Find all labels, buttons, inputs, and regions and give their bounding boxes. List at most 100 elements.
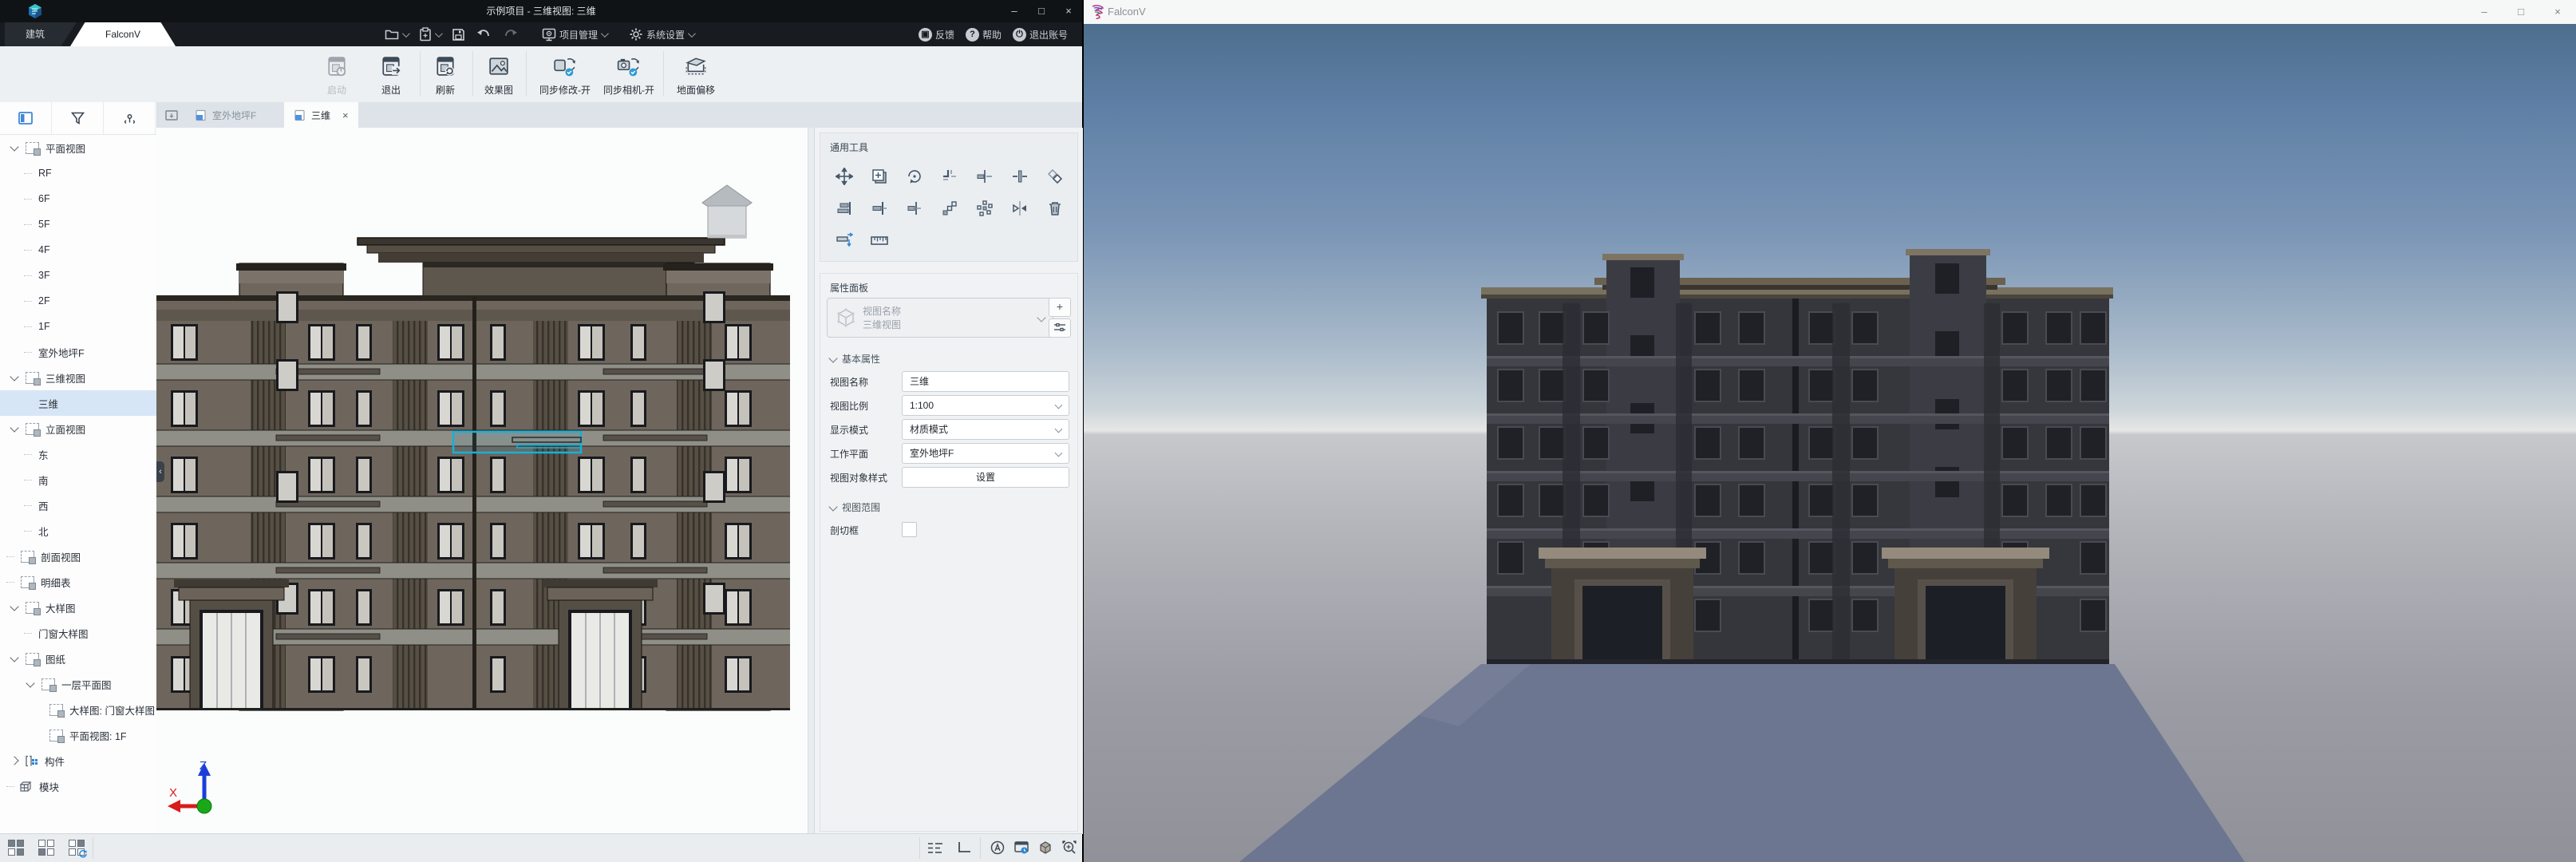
open-file-button[interactable]	[381, 22, 411, 46]
chevron-down-icon[interactable]	[10, 142, 18, 151]
exit-tool[interactable]: 退出	[362, 53, 420, 97]
doc-tab-outdoor[interactable]: 室外地坪F	[185, 102, 266, 128]
object-style-settings-button[interactable]: 设置	[902, 467, 1069, 488]
list-settings-icon[interactable]	[926, 838, 945, 857]
chevron-down-icon[interactable]	[435, 30, 443, 38]
render-viewport[interactable]	[1084, 24, 2576, 862]
redo-button[interactable]	[500, 22, 521, 46]
filter-button[interactable]	[52, 102, 104, 134]
tree-item-plan-views[interactable]: 平面视图	[0, 135, 156, 160]
zoom-extents-icon[interactable]	[1060, 838, 1079, 857]
render-titlebar[interactable]: FalconV – □ ×	[1084, 0, 2576, 24]
display-mode-select[interactable]: 材质模式	[902, 419, 1069, 440]
tree-item-sheet-detail[interactable]: 大样图: 门窗大样图	[0, 697, 156, 722]
model-viewport[interactable]: Z X ‹	[156, 128, 808, 834]
maximize-button[interactable]: □	[2503, 0, 2539, 24]
align-bottom-tool-icon[interactable]	[832, 196, 856, 220]
basic-properties-header[interactable]: 基本属性	[830, 352, 880, 366]
property-settings-button[interactable]	[1049, 318, 1071, 338]
refresh-tool[interactable]: 刷新	[417, 53, 474, 97]
trim-line-tool-icon[interactable]	[973, 164, 997, 188]
system-settings-menu[interactable]: 系统设置	[626, 22, 697, 46]
tree-item-sheets[interactable]: 图纸	[0, 646, 156, 671]
tree-item-elevations[interactable]: 立面视图	[0, 416, 156, 441]
tree-item-3f[interactable]: 3F	[0, 263, 156, 288]
sync-camera-tool[interactable]: 同步相机-开	[600, 53, 658, 97]
trim-corner-tool-icon[interactable]	[938, 164, 962, 188]
tree-item-sheet-plan[interactable]: 平面视图: 1F	[0, 722, 156, 748]
rotate-tool-icon[interactable]	[903, 164, 926, 188]
tree-item-door-window-detail[interactable]: 门窗大样图	[0, 620, 156, 646]
tree-item-outdoor-level[interactable]: 室外地坪F	[0, 339, 156, 365]
array-linear-tool-icon[interactable]	[938, 196, 962, 220]
ribbon-tab-architecture[interactable]: 建筑	[5, 22, 77, 46]
reset-selection-icon[interactable]	[67, 838, 86, 857]
tree-item-2f[interactable]: 2F	[0, 288, 156, 314]
corner-mode-icon[interactable]	[954, 838, 974, 857]
auto-mode-icon[interactable]	[988, 838, 1007, 857]
tree-item-north[interactable]: 北	[0, 518, 156, 544]
render-image-tool[interactable]: 效果图	[470, 53, 527, 97]
minimize-button[interactable]: –	[2466, 0, 2503, 24]
project-management-menu[interactable]: 项目管理	[539, 22, 610, 46]
work-plane-select[interactable]: 室外地坪F	[902, 443, 1069, 464]
locate-button[interactable]	[104, 102, 156, 134]
cube-display-icon[interactable]	[1036, 838, 1055, 857]
type-selector[interactable]: 视图名称 三维视图	[827, 298, 1053, 338]
help-button[interactable]: ? 帮助	[962, 22, 1005, 46]
chevron-down-icon[interactable]	[10, 372, 18, 381]
tree-item-schedules[interactable]: 明细表	[0, 569, 156, 595]
tree-item-first-floor-plan[interactable]: 一层平面图	[0, 671, 156, 697]
offset-tool-icon[interactable]	[1043, 164, 1067, 188]
tree-item-5f[interactable]: 5F	[0, 212, 156, 237]
stretch-tool-icon[interactable]	[832, 228, 856, 252]
view-name-input[interactable]: 三维	[902, 371, 1069, 392]
maximize-button[interactable]: □	[1028, 0, 1055, 22]
tree-item-3d-views[interactable]: 三维视图	[0, 365, 156, 390]
move-tool-icon[interactable]	[832, 164, 856, 188]
tree-item-4f[interactable]: 4F	[0, 237, 156, 263]
chevron-right-icon[interactable]	[10, 756, 18, 765]
collapse-panel-handle[interactable]: ‹	[156, 461, 164, 482]
deselect-grid-icon[interactable]	[37, 838, 56, 857]
undo-button[interactable]	[473, 22, 495, 46]
chevron-down-icon[interactable]	[10, 423, 18, 432]
titlebar[interactable]: 示例项目 - 三维视图: 三维 – □ ×	[0, 0, 1082, 22]
split-tool-icon[interactable]	[1008, 164, 1032, 188]
close-button[interactable]: ×	[1055, 0, 1082, 22]
tree-item-south[interactable]: 南	[0, 467, 156, 492]
delete-tool-icon[interactable]	[1043, 196, 1067, 220]
tree-item-west[interactable]: 西	[0, 492, 156, 518]
tree-item-sections[interactable]: 剖面视图	[0, 544, 156, 569]
tree-item-modules[interactable]: 模块	[0, 773, 156, 799]
chevron-down-icon[interactable]	[10, 602, 18, 611]
logout-button[interactable]: ⏻ 退出账号	[1009, 22, 1071, 46]
minimize-button[interactable]: –	[1001, 0, 1028, 22]
tab-close-icon[interactable]: ×	[342, 109, 349, 121]
chevron-down-icon[interactable]	[10, 653, 18, 662]
new-view-button[interactable]	[161, 106, 182, 124]
paste-button[interactable]	[416, 22, 444, 46]
measure-tool-icon[interactable]	[867, 228, 891, 252]
align-center-tool-icon[interactable]	[903, 196, 926, 220]
chevron-down-icon[interactable]	[402, 30, 410, 38]
section-box-checkbox[interactable]	[902, 522, 917, 537]
mirror-tool-icon[interactable]	[1008, 196, 1032, 220]
sync-edit-tool[interactable]: 同步修改-开	[536, 53, 594, 97]
view-scale-select[interactable]: 1:100	[902, 395, 1069, 416]
array-radial-tool-icon[interactable]	[973, 196, 997, 220]
feedback-button[interactable]: ▣ 反馈	[915, 22, 958, 46]
save-button[interactable]	[448, 22, 468, 46]
ribbon-tab-falconv[interactable]: FalconV	[70, 22, 176, 46]
tree-item-components[interactable]: 构件	[0, 748, 156, 773]
window-history-icon[interactable]	[1012, 838, 1031, 857]
tree-item-3d-view[interactable]: 三维	[0, 390, 156, 416]
add-property-button[interactable]: +	[1049, 298, 1071, 317]
tree-item-6f[interactable]: 6F	[0, 186, 156, 212]
tree-item-details[interactable]: 大样图	[0, 595, 156, 620]
select-all-grid-icon[interactable]	[6, 838, 26, 857]
tree-item-east[interactable]: 东	[0, 441, 156, 467]
ground-offset-tool[interactable]: 地面偏移	[667, 53, 725, 97]
doc-tab-3d[interactable]: 三维 ×	[284, 102, 358, 128]
copy-tool-icon[interactable]	[867, 164, 891, 188]
